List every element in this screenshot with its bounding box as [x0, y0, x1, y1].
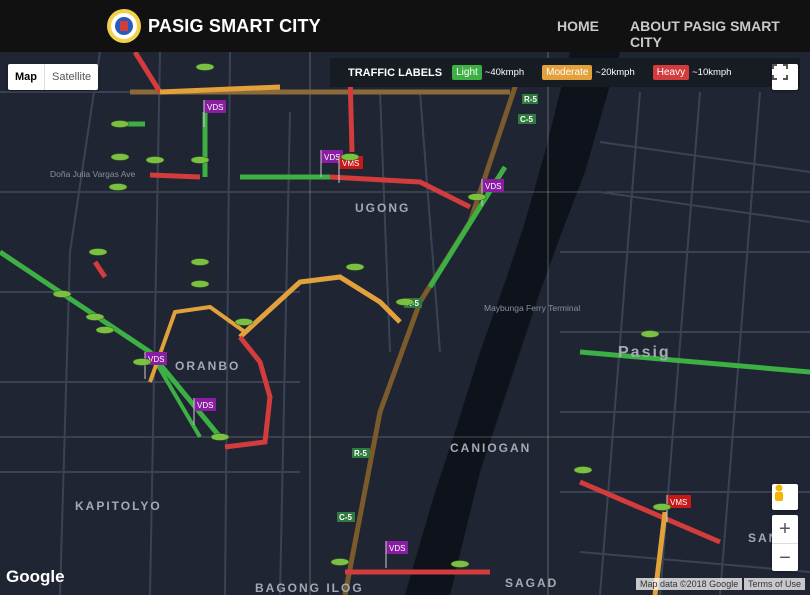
legend-title: TRAFFIC LABELS: [348, 66, 443, 79]
nav-home-link[interactable]: HOME: [557, 18, 599, 34]
map-type-map-button[interactable]: Map: [8, 64, 45, 90]
poi-ferry-terminal: Maybunga Ferry Terminal: [484, 303, 580, 313]
terms-of-use-link[interactable]: Terms of Use: [744, 578, 806, 590]
legend-light-desc: ~40kmph: [484, 67, 525, 78]
road-shield: R-5: [354, 449, 367, 458]
pegman-icon: [775, 484, 783, 501]
area-label-ugong: UGONG: [355, 201, 410, 215]
legend-moderate-chip: Moderate: [542, 65, 593, 80]
street-label-julia-vargas: Doña Julia Vargas Ave: [50, 169, 135, 179]
legend-heavy-chip: Heavy: [652, 65, 690, 80]
svg-text:VDS: VDS: [485, 182, 501, 191]
svg-text:VDS: VDS: [207, 103, 223, 112]
legend-heavy-desc: ~10kmph: [692, 67, 732, 78]
svg-text:VMS: VMS: [670, 498, 687, 507]
brand[interactable]: PASIG SMART CITY: [106, 8, 321, 44]
area-label-oranbo: ORANBO: [175, 359, 240, 373]
legend-moderate-desc: ~20kmph: [595, 67, 635, 78]
zoom-in-button[interactable]: +: [772, 515, 798, 544]
google-logo: Google: [6, 567, 65, 586]
top-navbar: PASIG SMART CITY HOME ABOUT PASIG SMART …: [0, 0, 810, 52]
road-shield: C-5: [520, 115, 533, 124]
map-type-satellite-button[interactable]: Satellite: [45, 64, 98, 90]
area-label-caniogan: CANIOGAN: [450, 441, 531, 455]
area-label-bagong-ilog: BAGONG ILOG: [255, 581, 364, 595]
legend-light-chip: Light: [452, 65, 482, 80]
road-shield: C-5: [339, 513, 352, 522]
zoom-out-button[interactable]: −: [772, 544, 798, 572]
traffic-legend: TRAFFIC LABELS Light ~40kmph Moderate ~2…: [330, 58, 800, 87]
svg-text:VDS: VDS: [389, 544, 405, 553]
svg-text:VDS: VDS: [197, 401, 213, 410]
zoom-control: + −: [772, 515, 798, 571]
svg-text:VDS: VDS: [324, 153, 340, 162]
fullscreen-button[interactable]: [772, 64, 798, 90]
nav-about-link[interactable]: ABOUT PASIG SMART CITY: [630, 18, 810, 50]
road-shield: R-5: [524, 95, 537, 104]
area-label-kapitolyo: KAPITOLYO: [75, 499, 162, 513]
map-type-control: Map Satellite: [8, 64, 99, 90]
map-attribution: Map data ©2018 Google: [636, 578, 743, 590]
street-view-pegman[interactable]: [772, 484, 798, 510]
traffic-map[interactable]: UGONG ORANBO KAPITOLYO CANIOGAN Pasig BA…: [0, 52, 810, 595]
pasig-seal-logo: [107, 9, 141, 43]
area-label-pasig: Pasig: [618, 344, 671, 361]
fullscreen-icon: [772, 64, 788, 80]
area-label-sagad: SAGAD: [505, 576, 558, 590]
map-canvas[interactable]: UGONG ORANBO KAPITOLYO CANIOGAN Pasig BA…: [0, 52, 810, 595]
brand-title: PASIG SMART CITY: [148, 15, 321, 36]
vds-marker[interactable]: VDS: [385, 541, 408, 568]
